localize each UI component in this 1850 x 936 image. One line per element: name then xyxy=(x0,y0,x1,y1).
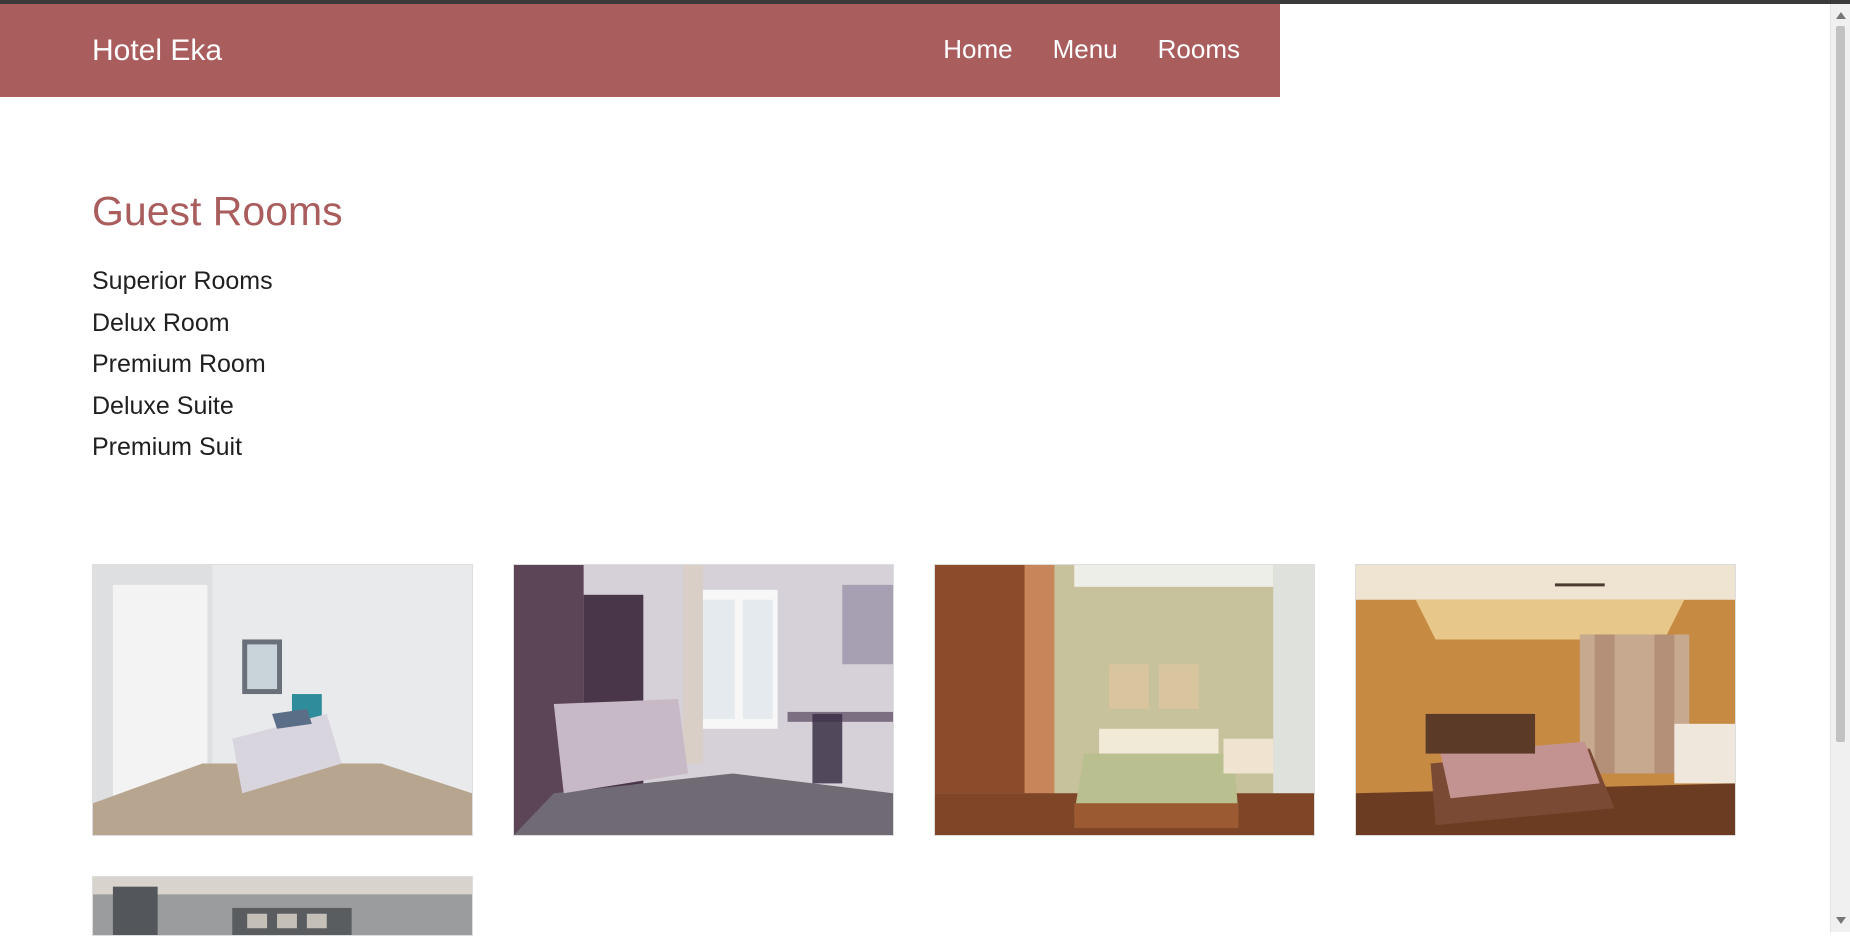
nav-link-home[interactable]: Home xyxy=(943,34,1012,65)
room-photo-1 xyxy=(92,564,473,836)
room-item-superior: Superior Rooms xyxy=(92,267,273,295)
page-scrollbar[interactable] xyxy=(1830,4,1850,932)
nav-link-rooms[interactable]: Rooms xyxy=(1158,34,1240,65)
navbar: Hotel Eka Home Menu Rooms xyxy=(0,4,1280,97)
scroll-up-icon[interactable] xyxy=(1836,12,1846,19)
room-photo-4 xyxy=(1355,564,1736,836)
page-title: Guest Rooms xyxy=(92,188,343,234)
room-photo-2 xyxy=(513,564,894,836)
room-item-premium: Premium Room xyxy=(92,350,266,378)
nav-links: Home Menu Rooms xyxy=(943,34,1240,65)
room-item-delux: Delux Room xyxy=(92,308,230,337)
room-list: Superior Rooms Delux Room Premium Room D… xyxy=(92,265,273,473)
brand-logo[interactable]: Hotel Eka xyxy=(92,34,222,68)
room-photo-5 xyxy=(92,876,473,936)
scroll-down-icon[interactable] xyxy=(1836,917,1846,924)
room-photo-3 xyxy=(934,564,1315,836)
nav-link-menu[interactable]: Menu xyxy=(1053,34,1118,65)
room-item-premium-suit: Premium Suit xyxy=(92,433,243,461)
room-item-deluxe-suite: Deluxe Suite xyxy=(92,391,234,420)
scrollbar-thumb[interactable] xyxy=(1836,26,1845,742)
